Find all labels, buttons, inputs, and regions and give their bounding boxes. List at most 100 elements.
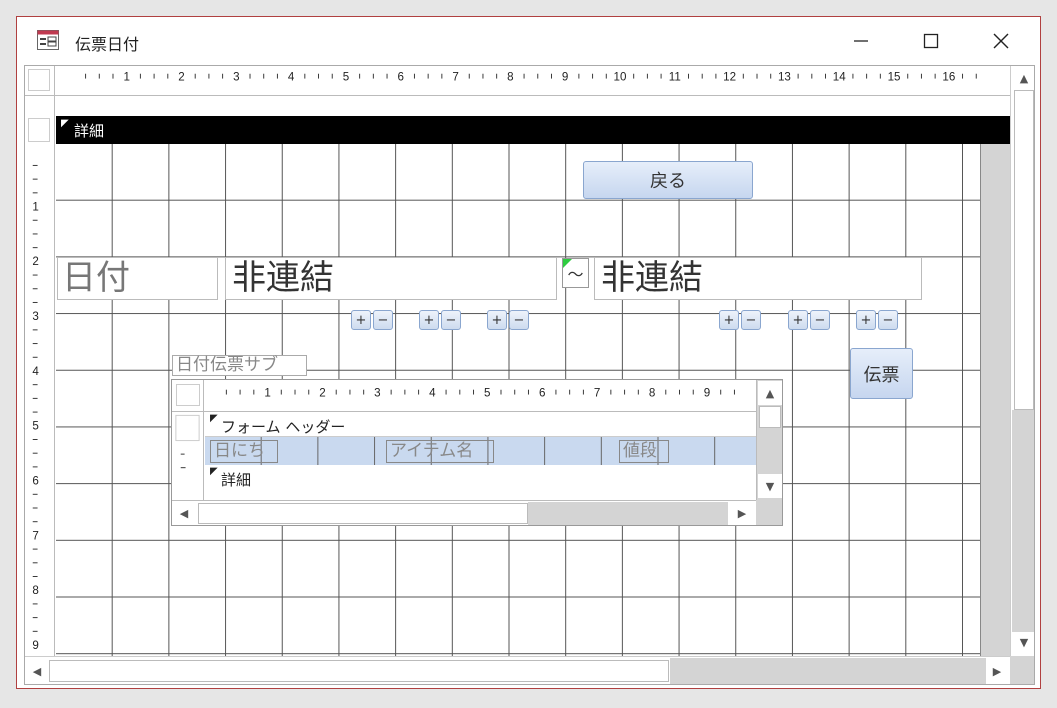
close-button[interactable] bbox=[983, 27, 1019, 55]
ruler-label: 6 bbox=[398, 71, 404, 84]
ruler-label: 1 bbox=[32, 200, 38, 213]
close-icon bbox=[993, 33, 1009, 49]
scroll-up-icon[interactable]: ▲ bbox=[1014, 68, 1034, 88]
ruler-label: 2 bbox=[319, 386, 325, 399]
vertical-ruler: 1 2 3 4 5 6 7 8 9 bbox=[25, 96, 55, 656]
scroll-right-icon[interactable]: ▶ bbox=[987, 661, 1007, 681]
plus-button-5[interactable]: + bbox=[788, 310, 808, 330]
ruler-label: 3 bbox=[374, 386, 380, 399]
vertical-scrollbar[interactable]: ▲ ▼ bbox=[1010, 66, 1034, 656]
minus-button-5[interactable]: − bbox=[810, 310, 830, 330]
plus-button-4[interactable]: + bbox=[719, 310, 739, 330]
ruler-label: 4 bbox=[288, 71, 295, 84]
minus-button-6[interactable]: − bbox=[878, 310, 898, 330]
ruler-label: 11 bbox=[669, 71, 681, 84]
ruler-label: 1 bbox=[264, 386, 270, 399]
horizontal-ruler: 1 2 3 4 5 6 7 8 9 10 11 12 13 14 15 16 bbox=[55, 66, 1010, 96]
ruler-label: 5 bbox=[343, 71, 349, 84]
scroll-corner bbox=[1010, 656, 1034, 684]
ruler-label: 8 bbox=[32, 584, 38, 597]
ruler-label: 2 bbox=[178, 71, 184, 84]
horizontal-scrollbar[interactable]: ◀ ▶ bbox=[25, 656, 1010, 684]
scroll-left-icon[interactable]: ◀ bbox=[27, 661, 47, 681]
unbound-from-textbox[interactable]: 非連結 bbox=[225, 257, 557, 300]
detail-section-bar[interactable]: ◤ 詳細 bbox=[56, 116, 1010, 144]
plus-button-6[interactable]: + bbox=[856, 310, 876, 330]
subform-control[interactable]: 123456789 ◤ フォーム ヘッダー 日にち アイテム名 値段 ◤ 詳細 … bbox=[171, 379, 783, 526]
scroll-right-icon[interactable]: ▶ bbox=[732, 503, 752, 523]
plus-button-2[interactable]: + bbox=[419, 310, 439, 330]
window-title: 伝票日付 bbox=[75, 35, 140, 54]
ruler-label: 5 bbox=[32, 420, 38, 433]
ruler-label: 7 bbox=[32, 529, 38, 542]
minus-button-1[interactable]: − bbox=[373, 310, 393, 330]
subform-selector[interactable] bbox=[172, 380, 204, 412]
back-button[interactable]: 戻る bbox=[583, 161, 753, 199]
ruler-label: 7 bbox=[594, 386, 600, 399]
ruler-label: 9 bbox=[562, 71, 568, 84]
subform-vscroll-thumb[interactable] bbox=[759, 406, 781, 428]
ruler-label: 8 bbox=[507, 71, 513, 84]
form-design-window: 伝票日付 1 2 3 4 5 6 7 8 9 10 11 12 13 14 15 16 123456789 ◤… bbox=[16, 16, 1041, 689]
ruler-label: 12 bbox=[723, 71, 736, 84]
maximize-button[interactable] bbox=[913, 27, 949, 55]
field-item-name-label[interactable]: アイテム名 bbox=[386, 440, 494, 463]
hscroll-thumb[interactable] bbox=[49, 660, 669, 682]
tilde-label[interactable]: ～ bbox=[562, 258, 589, 288]
ruler-label: 1 bbox=[123, 71, 129, 84]
minus-button-2[interactable]: − bbox=[441, 310, 461, 330]
subform-horizontal-ruler: 1 2 3 4 5 6 7 8 9 bbox=[204, 386, 756, 412]
subform-hscroll-thumb[interactable] bbox=[198, 503, 528, 524]
subform-label[interactable]: 日付伝票サブ bbox=[172, 355, 307, 376]
subform-scroll-corner bbox=[756, 500, 782, 525]
ruler-label: 4 bbox=[429, 386, 436, 399]
form-icon bbox=[37, 30, 59, 50]
section-selector[interactable] bbox=[28, 118, 50, 142]
subform-detail-label: 詳細 bbox=[221, 471, 252, 489]
ruler-label: 2 bbox=[32, 255, 38, 268]
subform-vertical-ruler bbox=[175, 412, 204, 504]
ruler-label: 6 bbox=[32, 474, 38, 487]
section-arrow-icon: ◤ bbox=[210, 413, 218, 424]
date-label[interactable]: 日付 bbox=[57, 257, 218, 300]
title-bar: 伝票日付 bbox=[17, 17, 1040, 64]
form-selector[interactable] bbox=[25, 66, 55, 96]
subform-header-label: フォーム ヘッダー bbox=[221, 418, 346, 436]
ruler-label: 8 bbox=[649, 386, 655, 399]
design-surface: 1 2 3 4 5 6 7 8 9 10 11 12 13 14 15 16 123456789 ◤ 詳細 戻… bbox=[24, 65, 1035, 685]
scroll-left-icon[interactable]: ◀ bbox=[174, 503, 194, 523]
scroll-up-icon[interactable]: ▲ bbox=[760, 383, 780, 403]
unbound-to-textbox[interactable]: 非連結 bbox=[594, 257, 922, 300]
minimize-button[interactable] bbox=[843, 27, 879, 55]
ruler-label: 9 bbox=[704, 386, 710, 399]
ruler-label: 13 bbox=[778, 71, 791, 84]
ruler-label: 16 bbox=[942, 71, 955, 84]
maximize-icon bbox=[923, 33, 939, 49]
subform-horizontal-scrollbar[interactable]: ◀ ▶ bbox=[172, 500, 756, 525]
field-date-label[interactable]: 日にち bbox=[210, 440, 278, 463]
plus-button-3[interactable]: + bbox=[487, 310, 507, 330]
detail-section-label: 詳細 bbox=[74, 122, 105, 140]
section-arrow-icon: ◤ bbox=[61, 118, 69, 129]
ruler-label: 3 bbox=[233, 71, 239, 84]
plus-button-1[interactable]: + bbox=[351, 310, 371, 330]
error-indicator-icon bbox=[563, 259, 572, 268]
ruler-label: 3 bbox=[32, 310, 38, 323]
scroll-down-icon[interactable]: ▼ bbox=[760, 476, 780, 496]
ruler-label: 15 bbox=[888, 71, 901, 84]
subform-header-section[interactable]: ◤ フォーム ヘッダー bbox=[205, 413, 756, 437]
subform-detail-section[interactable]: ◤ 詳細 bbox=[205, 466, 756, 490]
minus-button-4[interactable]: − bbox=[741, 310, 761, 330]
subform-vertical-scrollbar[interactable]: ▲ ▼ bbox=[756, 380, 782, 500]
vscroll-thumb[interactable] bbox=[1014, 90, 1034, 410]
form-background-area bbox=[980, 144, 1010, 656]
scroll-down-icon[interactable]: ▼ bbox=[1014, 632, 1034, 652]
ruler-label: 14 bbox=[833, 71, 846, 84]
voucher-button[interactable]: 伝票 bbox=[850, 348, 913, 399]
ruler-label: 4 bbox=[32, 365, 39, 378]
ruler-label: 6 bbox=[539, 386, 545, 399]
field-price-label[interactable]: 値段 bbox=[619, 440, 669, 463]
minus-button-3[interactable]: − bbox=[509, 310, 529, 330]
ruler-label: 5 bbox=[484, 386, 490, 399]
ruler-label: 10 bbox=[614, 71, 627, 84]
